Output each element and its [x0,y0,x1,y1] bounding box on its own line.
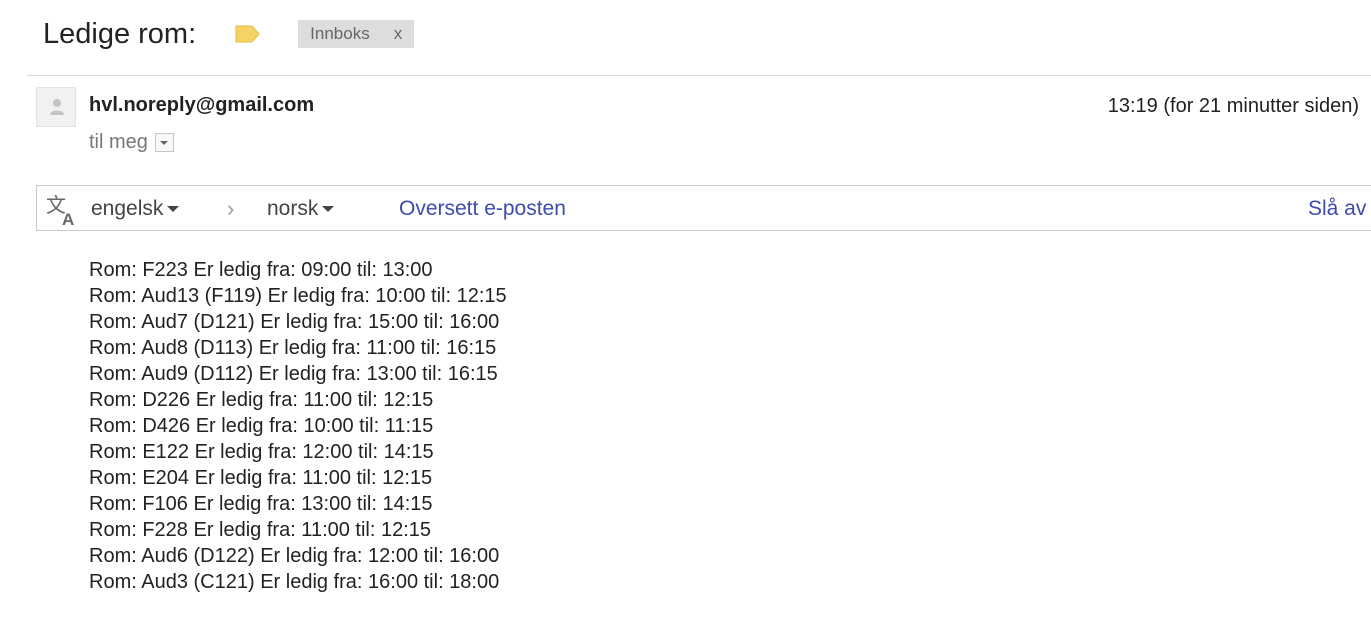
body-line: Rom: Aud6 (D122) Er ledig fra: 12:00 til… [89,545,500,567]
label-chip-inbox[interactable]: Innboks x [298,20,415,48]
translate-icon: 文 A [46,193,74,227]
body-line: Rom: Aud8 (D113) Er ledig fra: 11:00 til… [89,337,497,359]
translate-bar: 文 A engelsk › norsk Oversett e-posten Sl… [36,185,1371,231]
source-language-select[interactable]: engelsk [91,197,180,221]
body-line: Rom: F106 Er ledig fra: 13:00 til: 14:15 [89,493,433,515]
dropdown-caret-icon [322,206,335,212]
body-line: Rom: Aud9 (D112) Er ledig fra: 13:00 til… [89,363,498,385]
label-tag-icon[interactable] [234,24,261,44]
body-line: Rom: F228 Er ledig fra: 11:00 til: 12:15 [89,519,432,541]
subject-title: Ledige rom: [43,17,197,50]
svg-text:A: A [62,210,74,227]
person-icon [50,99,64,115]
recipient-text: til meg [89,131,148,153]
body-line: Rom: E204 Er ledig fra: 11:00 til: 12:15 [89,467,433,489]
sender-email[interactable]: hvl.noreply@gmail.com [89,94,314,117]
body-line: Rom: Aud3 (C121) Er ledig fra: 16:00 til… [89,571,500,593]
source-language-label: engelsk [91,197,164,220]
body-line: Rom: F223 Er ledig fra: 09:00 til: 13:00 [89,259,433,281]
message-timestamp: 13:19 (for 21 minutter siden) [1107,95,1359,117]
message-body: Rom: F223 Er ledig fra: 09:00 til: 13:00… [89,257,507,595]
sender-avatar[interactable] [36,87,76,127]
recipient-row: til meg [89,131,174,154]
translate-message-link[interactable]: Oversett e-posten [399,197,566,221]
target-language-select[interactable]: norsk [267,197,335,221]
turn-off-translation-link[interactable]: Slå av [1308,197,1366,221]
remove-label-button[interactable]: x [394,24,403,44]
chevron-right-icon: › [227,196,235,221]
body-line: Rom: Aud13 (F119) Er ledig fra: 10:00 ti… [89,285,507,307]
body-line: Rom: D426 Er ledig fra: 10:00 til: 11:15 [89,415,434,437]
header-divider [27,75,1371,76]
subject-row: Ledige rom: Innboks x [43,14,415,54]
body-line: Rom: D226 Er ledig fra: 11:00 til: 12:15 [89,389,434,411]
target-language-label: norsk [267,197,319,220]
dropdown-caret-icon [167,206,180,212]
label-chip-text: Innboks [310,24,370,43]
body-line: Rom: E122 Er ledig fra: 12:00 til: 14:15 [89,441,434,463]
body-line: Rom: Aud7 (D121) Er ledig fra: 15:00 til… [89,311,500,333]
email-view: Ledige rom: Innboks x hvl.noreply@gmail.… [0,0,1371,621]
show-details-button[interactable] [154,133,174,152]
chevron-down-icon [160,140,169,145]
